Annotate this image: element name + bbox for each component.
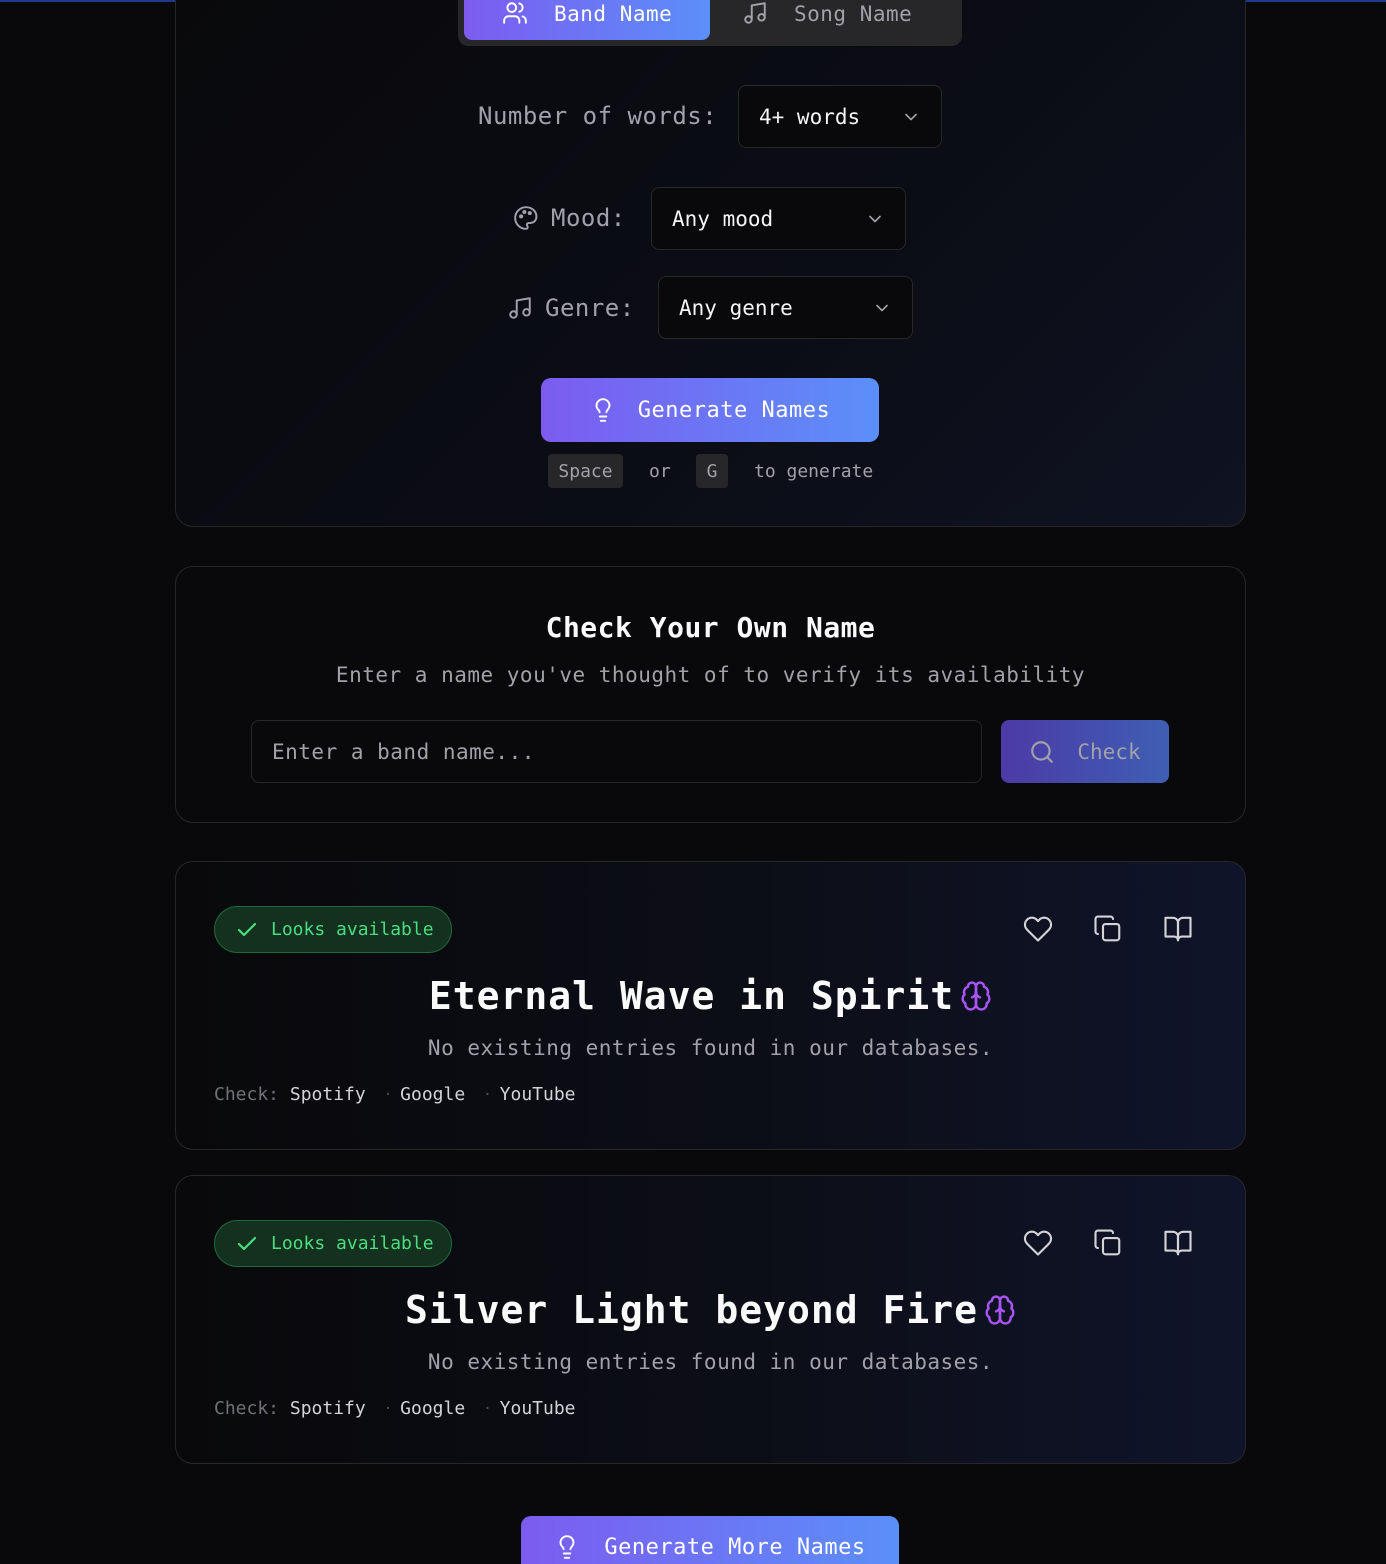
check-name-card: Check Your Own Name Enter a name you've … [175, 566, 1246, 823]
chevron-down-icon [876, 304, 888, 311]
check-links-label: Check: [214, 1084, 280, 1105]
youtube-link[interactable]: YouTube [500, 1398, 576, 1419]
lightbulb-icon [559, 1535, 575, 1559]
users-icon [503, 2, 527, 24]
details-button[interactable] [1163, 1228, 1193, 1258]
chevron-down-icon [869, 215, 881, 222]
hint-or: or [649, 460, 671, 482]
google-link[interactable]: Google [400, 1084, 465, 1105]
status-text: Looks available [271, 1233, 434, 1254]
status-text: Looks available [271, 919, 434, 940]
generator-card [175, 0, 1246, 527]
kbd-space: Space [548, 454, 623, 488]
lightbulb-icon [595, 398, 611, 422]
generate-names-label: Generate Names [637, 397, 831, 423]
status-badge: Looks available [214, 906, 452, 953]
check-icon [237, 922, 257, 936]
name-result-card: Looks available Eternal Wave in Spirit N… [175, 861, 1246, 1150]
availability-description: No existing entries found in our databas… [427, 1350, 994, 1374]
words-select[interactable]: 4+ words [738, 85, 942, 148]
tab-band-name[interactable]: Band Name [464, 0, 710, 40]
generate-more-button[interactable]: Generate More Names [521, 1516, 899, 1564]
name-result-card: Looks available Silver Light beyond Fire… [175, 1175, 1246, 1464]
mood-select-value: Any mood [672, 206, 774, 231]
band-name-input[interactable] [251, 720, 982, 783]
check-button-label: Check [1077, 739, 1141, 764]
status-badge: Looks available [214, 1220, 452, 1267]
tab-band-label: Band Name [554, 2, 673, 26]
heart-icon [1024, 916, 1053, 942]
availability-description: No existing entries found in our databas… [427, 1036, 994, 1060]
mood-select[interactable]: Any mood [651, 187, 906, 250]
tab-song-name[interactable]: Song Name [710, 0, 956, 40]
spotify-link[interactable]: Spotify [290, 1398, 366, 1419]
google-link[interactable]: Google [400, 1398, 465, 1419]
check-button[interactable]: Check [1001, 720, 1169, 783]
separator-dot: · [483, 1400, 492, 1417]
genre-select[interactable]: Any genre [658, 276, 913, 339]
hint-suffix: to generate [754, 460, 874, 482]
details-button[interactable] [1163, 914, 1193, 944]
mood-label: Mood: [513, 198, 626, 238]
check-title: Check Your Own Name [545, 611, 876, 644]
book-open-icon [1164, 916, 1192, 942]
generated-name-title: Eternal Wave in Spirit [176, 974, 1245, 1018]
mode-tabs: Band Name Song Name [458, 0, 962, 46]
chevron-down-icon [905, 113, 917, 120]
check-subtitle: Enter a name you've thought of to verify… [335, 663, 1086, 687]
music-icon [509, 297, 531, 319]
brain-icon [961, 981, 991, 1011]
words-label-text: Number of words: [478, 102, 718, 130]
separator-dot: · [383, 1400, 393, 1417]
check-links: Check: Spotify · Google · YouTube [214, 1398, 576, 1419]
copy-button[interactable] [1093, 914, 1123, 944]
check-icon [237, 1236, 257, 1250]
favorite-button[interactable] [1023, 1228, 1053, 1258]
music-icon [744, 2, 766, 24]
generated-name-title: Silver Light beyond Fire [176, 1288, 1245, 1332]
words-select-value: 4+ words [759, 104, 861, 129]
search-icon [1031, 740, 1054, 763]
tab-song-label: Song Name [794, 2, 913, 26]
generated-name-text: Silver Light beyond Fire [404, 1288, 979, 1332]
words-label: Number of words: [478, 96, 717, 136]
separator-dot: · [383, 1086, 393, 1103]
mood-label-text: Mood: [551, 204, 626, 232]
generated-name-text: Eternal Wave in Spirit [428, 974, 955, 1018]
youtube-link[interactable]: YouTube [500, 1084, 576, 1105]
check-links: Check: Spotify · Google · YouTube [214, 1084, 576, 1105]
book-open-icon [1164, 1230, 1192, 1256]
generate-more-label: Generate More Names [604, 1534, 866, 1560]
copy-button[interactable] [1093, 1228, 1123, 1258]
palette-icon [514, 206, 538, 230]
genre-select-value: Any genre [679, 295, 793, 320]
favorite-button[interactable] [1023, 914, 1053, 944]
genre-label: Genre: [507, 288, 635, 328]
spotify-link[interactable]: Spotify [290, 1084, 366, 1105]
copy-icon [1094, 1229, 1121, 1256]
check-links-label: Check: [214, 1398, 280, 1419]
brain-icon [985, 1295, 1015, 1325]
genre-label-text: Genre: [545, 294, 635, 322]
copy-icon [1094, 915, 1121, 942]
kbd-g: G [696, 454, 728, 488]
separator-dot: · [483, 1086, 492, 1103]
heart-icon [1024, 1230, 1053, 1256]
generate-names-button[interactable]: Generate Names [541, 378, 879, 442]
